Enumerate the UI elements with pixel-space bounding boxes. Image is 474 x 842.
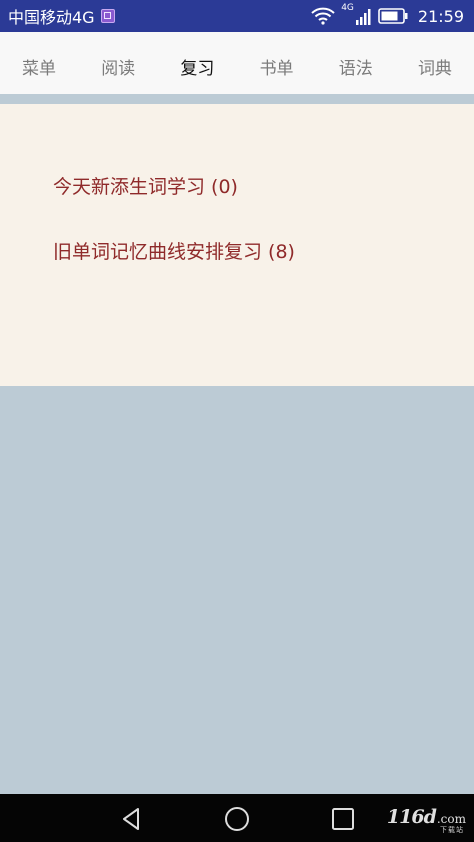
tab-booklist[interactable]: 书单 [260,54,294,79]
clock: 21:59 [417,6,464,26]
old-words-review-link[interactable]: 旧单词记忆曲线安排复习 (8) [53,237,295,264]
home-icon[interactable] [224,806,250,832]
watermark-text: 116d [386,806,437,828]
tab-review[interactable]: 复习 [180,54,214,79]
battery-icon [378,8,408,24]
navigation-bar: 116d.com 下载站 [0,794,474,842]
wifi-icon [311,7,335,25]
notification-icon [100,9,115,23]
status-icons: 4G 21:59 [311,3,464,26]
recent-apps-icon[interactable] [330,806,356,832]
tab-reading[interactable]: 阅读 [101,54,135,79]
signal-icon [355,9,371,25]
new-words-study-link[interactable]: 今天新添生词学习 (0) [53,172,238,199]
tab-menu[interactable]: 菜单 [22,54,56,79]
tab-grammar[interactable]: 语法 [339,54,373,79]
back-icon[interactable] [119,806,145,832]
tab-bar: 菜单 阅读 复习 书单 语法 词典 [0,32,474,94]
watermark-suffix: .com [436,812,466,826]
watermark-subtitle: 下载站 [440,826,464,834]
tab-dictionary[interactable]: 词典 [418,54,452,79]
review-panel: 今天新添生词学习 (0) 旧单词记忆曲线安排复习 (8) [0,104,474,386]
carrier-label: 中国移动4G [8,8,95,27]
network-type-label: 4G [341,3,354,13]
status-bar: 中国移动4G 4G 21:59 [0,0,474,32]
